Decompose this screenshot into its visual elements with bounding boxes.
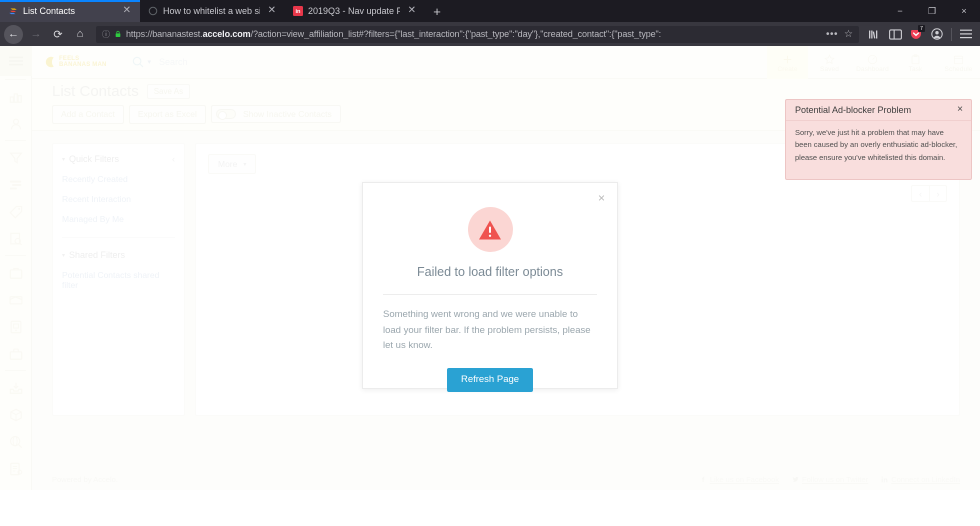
url-domain: accelo.com <box>202 29 251 39</box>
modal-divider <box>383 294 597 295</box>
minimize-button[interactable]: − <box>884 0 916 22</box>
browser-toolbar-icons: 7 <box>864 24 976 44</box>
browser-tab-list-contacts[interactable]: List Contacts ✕ <box>0 0 140 22</box>
url-bar[interactable]: ⓘ https://bananastest.accelo.com/?action… <box>96 25 859 43</box>
browser-navbar: ← → ⟳ ⌂ ⓘ https://bananastest.accelo.com… <box>0 22 980 46</box>
modal-body-text: Something went wrong and we were unable … <box>383 309 591 352</box>
new-tab-button[interactable]: + <box>425 0 449 22</box>
notification-header: Potential Ad-blocker Problem × <box>786 100 971 121</box>
toolbar-divider <box>951 27 952 41</box>
padlock-icon <box>115 30 121 37</box>
browser-tab-whitelist[interactable]: How to whitelist a web site - go ✕ <box>140 0 285 22</box>
failed-to-load-filter-modal: × Failed to load filter options Somethin… <box>362 182 618 392</box>
modal-icon-wrap <box>383 207 597 252</box>
home-button[interactable]: ⌂ <box>69 23 91 45</box>
notification-title: Potential Ad-blocker Problem <box>795 105 912 115</box>
modal-title: Failed to load filter options <box>417 265 563 279</box>
window-controls: − ❐ × <box>884 0 980 22</box>
notification-body: Sorry, we've just hit a problem that may… <box>795 128 958 162</box>
browser-tab-title: How to whitelist a web site - go <box>163 6 260 16</box>
refresh-page-button[interactable]: Refresh Page <box>446 368 534 392</box>
reload-button[interactable]: ⟳ <box>47 23 69 45</box>
maximize-button[interactable]: ❐ <box>916 0 948 22</box>
google-icon <box>148 6 158 16</box>
forward-button[interactable]: → <box>25 23 47 45</box>
url-suffix: /?action=view_affiliation_list#?filters=… <box>250 29 662 39</box>
browser-tabstrip: List Contacts ✕ How to whitelist a web s… <box>0 0 980 22</box>
close-icon[interactable]: ✕ <box>265 4 279 18</box>
warning-triangle-icon <box>479 220 501 239</box>
close-icon[interactable]: ✕ <box>120 4 134 18</box>
modal-button-row: Refresh Page <box>383 368 597 392</box>
modal-close-button[interactable]: × <box>598 192 605 204</box>
browser-tab-title: 2019Q3 - Nav update Preview N <box>308 6 400 16</box>
site-info-icon[interactable]: ⓘ <box>102 29 110 40</box>
close-icon[interactable]: ✕ <box>405 4 419 18</box>
pocket-icon[interactable]: 7 <box>906 24 926 44</box>
page-viewport: FEELS BANANAS MAN ▾ Search Create Saved <box>0 46 980 490</box>
sidebar-icon[interactable] <box>885 24 905 44</box>
bookmark-star-icon[interactable]: ☆ <box>844 29 853 40</box>
linkedin-icon: in <box>293 6 303 16</box>
notification-footer <box>786 171 971 179</box>
library-icon[interactable] <box>864 24 884 44</box>
app-menu-icon[interactable] <box>956 24 976 44</box>
accelo-icon <box>9 8 17 15</box>
svg-text:in: in <box>296 9 302 15</box>
pocket-badge-count: 7 <box>918 25 925 32</box>
notification-close-button[interactable]: × <box>957 105 963 115</box>
browser-window: List Contacts ✕ How to whitelist a web s… <box>0 0 980 526</box>
adblocker-notification: Potential Ad-blocker Problem × Sorry, we… <box>785 99 972 181</box>
browser-tab-nav-update[interactable]: in 2019Q3 - Nav update Preview N ✕ <box>285 0 425 22</box>
url-prefix: https://bananastest. <box>126 29 203 39</box>
warning-icon-circle <box>467 207 513 252</box>
below-page-area <box>0 490 980 526</box>
url-text: https://bananastest.accelo.com/?action=v… <box>126 29 822 39</box>
browser-tab-title: List Contacts <box>23 6 76 16</box>
account-icon[interactable] <box>927 24 947 44</box>
back-button[interactable]: ← <box>4 24 23 44</box>
close-window-button[interactable]: × <box>948 0 980 22</box>
page-actions-icon[interactable]: ••• <box>826 29 838 40</box>
